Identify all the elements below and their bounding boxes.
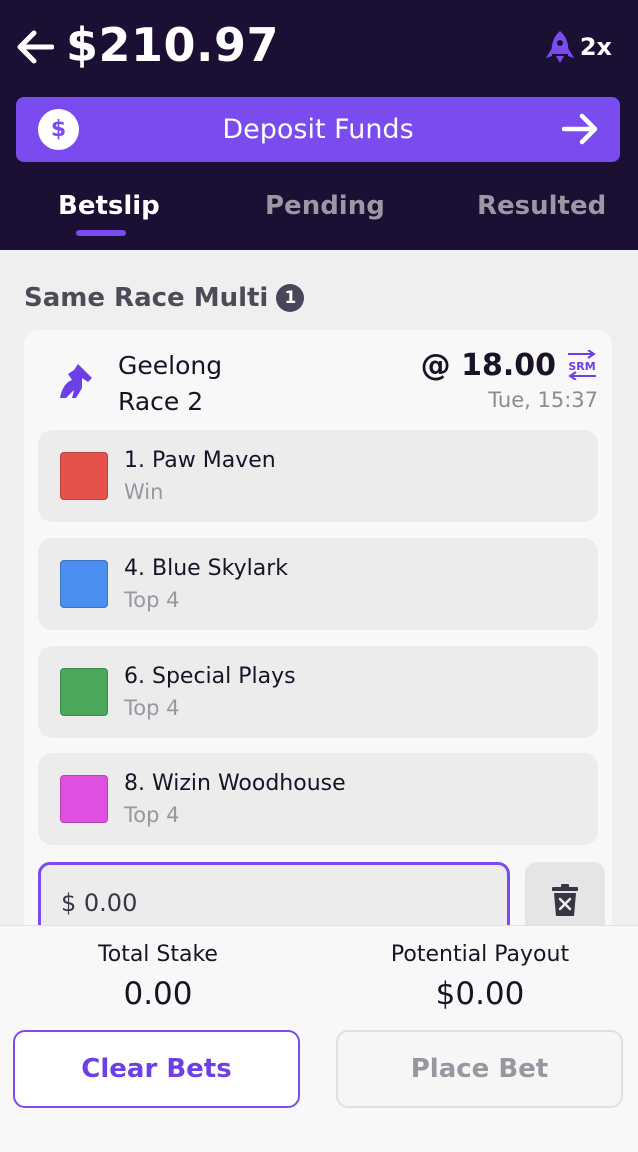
- selection-type: Top 4: [124, 696, 180, 720]
- venue-name: Geelong: [118, 351, 223, 380]
- selection-type: Win: [124, 480, 164, 504]
- trash-icon: [552, 884, 578, 916]
- stake-input-value: $ 0.00: [61, 889, 138, 917]
- tab-betslip[interactable]: Betslip: [58, 191, 160, 221]
- selection-name: 6. Special Plays: [124, 664, 296, 689]
- selection-item[interactable]: 4. Blue Skylark Top 4: [38, 538, 598, 630]
- boost-indicator[interactable]: 2x: [545, 30, 612, 64]
- race-number: Race 2: [118, 387, 204, 416]
- silk-swatch: [60, 560, 108, 608]
- tab-resulted[interactable]: Resulted: [477, 191, 606, 221]
- back-arrow-icon[interactable]: [16, 28, 54, 66]
- place-bet-button[interactable]: Place Bet: [336, 1030, 623, 1108]
- section-title-label: Same Race Multi: [24, 283, 269, 313]
- selection-type: Top 4: [124, 588, 180, 612]
- boost-label: 2x: [579, 33, 612, 61]
- betslip-footer: Total Stake 0.00 Potential Payout $0.00 …: [0, 925, 638, 1152]
- potential-payout-value: $0.00: [435, 976, 525, 1012]
- silk-swatch: [60, 775, 108, 823]
- section-title: Same Race Multi 1: [24, 283, 305, 313]
- srm-icon: SRM: [568, 350, 596, 380]
- selection-name: 8. Wizin Woodhouse: [124, 771, 346, 796]
- deposit-label: Deposit Funds: [222, 114, 414, 145]
- count-badge: 1: [276, 284, 305, 312]
- odds-value: @ 18.00: [420, 348, 556, 383]
- selection-name: 1. Paw Maven: [124, 448, 276, 473]
- deposit-funds-button[interactable]: $ Deposit Funds: [16, 97, 620, 162]
- selection-item[interactable]: 8. Wizin Woodhouse Top 4: [38, 753, 598, 845]
- silk-swatch: [60, 668, 108, 716]
- srm-badge-label: SRM: [568, 360, 595, 373]
- tab-pending[interactable]: Pending: [265, 191, 385, 221]
- silk-swatch: [60, 452, 108, 500]
- rocket-icon: [545, 31, 574, 63]
- race-venue: Geelong Race 2: [118, 348, 222, 420]
- dollar-icon: $: [38, 109, 79, 150]
- horse-icon: [60, 364, 92, 398]
- header: $210.97 2x $ Deposit Funds Betslip Pendi…: [0, 0, 638, 250]
- potential-payout-label: Potential Payout: [390, 942, 570, 967]
- selection-name: 4. Blue Skylark: [124, 556, 288, 581]
- active-tab-indicator: [76, 230, 126, 236]
- clear-bets-button[interactable]: Clear Bets: [13, 1030, 300, 1108]
- total-stake-value: 0.00: [123, 976, 193, 1012]
- selection-type: Top 4: [124, 803, 180, 827]
- selection-item[interactable]: 1. Paw Maven Win: [38, 430, 598, 522]
- total-stake-label: Total Stake: [98, 942, 218, 967]
- selection-item[interactable]: 6. Special Plays Top 4: [38, 646, 598, 738]
- race-time: Tue, 15:37: [488, 388, 598, 412]
- arrow-right-icon: [562, 113, 598, 145]
- account-balance: $210.97: [66, 18, 280, 72]
- betslip-tabs: Betslip Pending Resulted: [0, 185, 638, 245]
